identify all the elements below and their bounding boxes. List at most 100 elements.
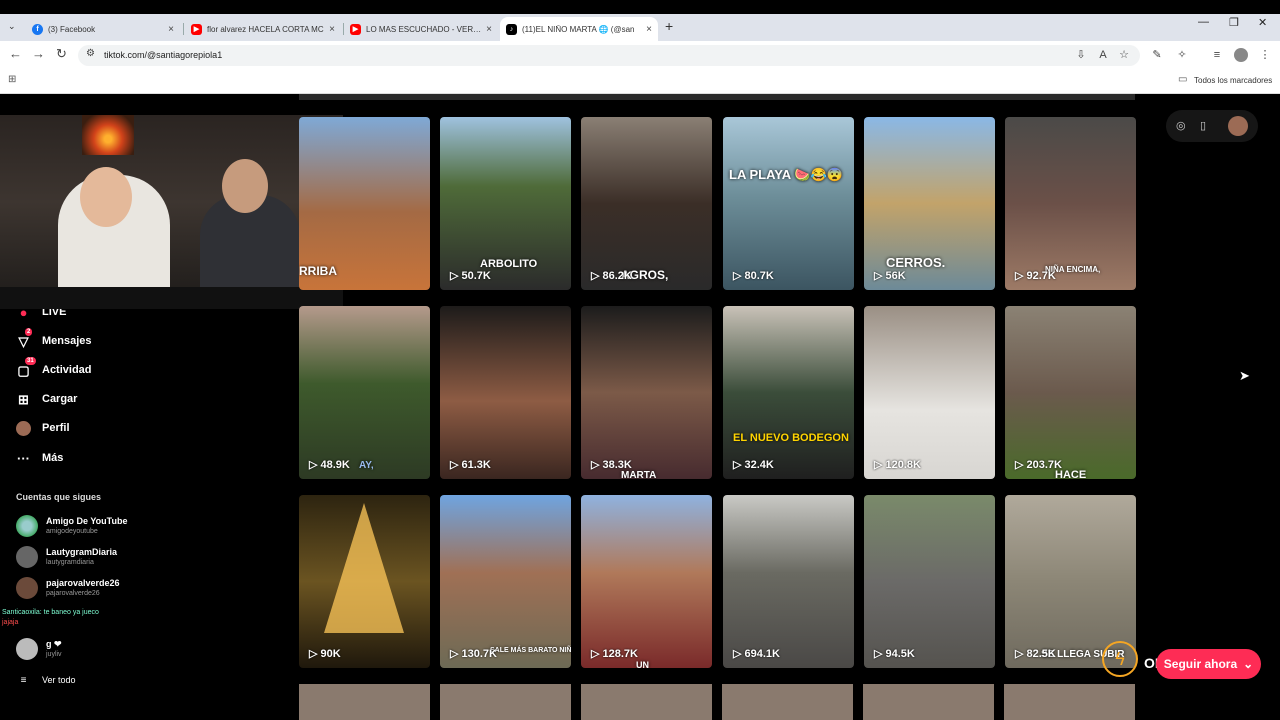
follow-button[interactable]: Seguir ahora ⌄ <box>1156 649 1261 679</box>
new-tab-button[interactable]: + <box>665 18 673 34</box>
omnibox[interactable] <box>78 45 1140 66</box>
extension-icon[interactable]: ✎ <box>1150 48 1164 62</box>
avatar <box>16 638 38 660</box>
sidebar-item-upload[interactable]: ⊞ Cargar <box>16 389 77 409</box>
video-caption: RRIBA <box>299 264 337 278</box>
all-bookmarks-link[interactable]: Todos los marcadores <box>1194 76 1272 85</box>
account-name: LautygramDiaria <box>46 547 118 557</box>
tab-strip: ⌄ f (3) Facebook × ▶ flor alvarez HACELA… <box>0 14 1280 41</box>
video-thumbnail[interactable]: ▷ 61.3K <box>440 306 571 479</box>
close-tab-icon[interactable]: × <box>646 24 652 35</box>
view-count: ▷ 50.7K <box>450 269 491 283</box>
sidebar-item-messages[interactable]: ▽ 2 Mensajes <box>16 327 92 351</box>
video-thumbnail[interactable]: ▷ 694.1K <box>723 495 854 668</box>
video-thumbnail[interactable]: RRIBA <box>299 117 430 290</box>
see-all-link[interactable]: ≡ Ver todo <box>16 670 76 690</box>
play-icon: ▷ <box>591 459 600 471</box>
account-item[interactable]: pajarovalverde26 pajarovalverde26 <box>16 577 120 599</box>
tab-facebook[interactable]: f (3) Facebook × <box>26 17 180 41</box>
sidebar-item-label: Más <box>42 452 64 464</box>
close-tab-icon[interactable]: × <box>329 24 335 35</box>
view-count-value: 48.9K <box>320 458 350 471</box>
play-icon: ▷ <box>450 270 459 282</box>
tab-search-button[interactable]: ⌄ <box>8 21 16 32</box>
view-count-value: 128.7K <box>602 647 638 660</box>
install-icon[interactable]: ⇩ <box>1074 48 1088 62</box>
apps-icon[interactable]: ⊞ <box>8 74 16 85</box>
back-icon[interactable]: ← <box>9 46 22 61</box>
view-count: ▷ 48.9K <box>309 458 350 472</box>
tab-youtube-1[interactable]: ▶ flor alvarez HACELA CORTA MC × <box>185 17 341 41</box>
video-thumbnail[interactable]: ▷ 90K <box>299 495 430 668</box>
forward-icon[interactable]: → <box>32 46 45 61</box>
webcam-overlay <box>0 115 343 309</box>
device-icon[interactable]: ▯ <box>1200 119 1206 132</box>
sidebar-item-label: Mensajes <box>42 335 92 347</box>
messages-icon: ▽ 2 <box>18 327 33 349</box>
tab-title: (11)EL NIÑO MARTA 🌐 (@san <box>522 24 635 34</box>
reload-icon[interactable]: ↻ <box>56 46 67 62</box>
settings-icon[interactable]: ◎ <box>1176 119 1186 132</box>
tab-title: flor alvarez HACELA CORTA MC <box>207 24 324 34</box>
extensions-puzzle-icon[interactable]: ✧ <box>1175 48 1189 62</box>
video-caption: CERROS. <box>886 255 946 270</box>
video-thumbnail[interactable]: MARTA ▷ 38.3K <box>581 306 712 479</box>
tab-title: (3) Facebook <box>48 24 96 34</box>
lightning-icon: ϟ <box>1102 641 1138 677</box>
view-count-value: 130.7K <box>461 647 497 660</box>
right-toolbar: ◎ ▯ <box>1166 110 1258 142</box>
view-count: ▷ 82.5K <box>1015 647 1056 661</box>
close-window-icon[interactable]: ✕ <box>1258 16 1267 29</box>
video-thumbnail[interactable]: EL NUEVO BODEGON ▷ 32.4K <box>723 306 854 479</box>
video-thumbnail[interactable]: LA PLAYA 🍉😂😨 ▷ 80.7K <box>723 117 854 290</box>
view-count-value: 90K <box>320 647 341 660</box>
video-caption: EL NUEVO BODEGON <box>733 432 849 444</box>
chat-line: jajaja <box>2 619 19 626</box>
video-thumbnail[interactable]: SALE MÁS BARATO NIÑA ▷ 130.7K <box>440 495 571 668</box>
url-text[interactable]: tiktok.com/@santiagorepiola1 <box>104 50 222 60</box>
star-icon[interactable]: ☆ <box>1117 48 1131 62</box>
play-icon: ▷ <box>1015 270 1024 282</box>
avatar <box>16 515 38 537</box>
account-item[interactable]: LautygramDiaria lautygramdiaria <box>16 546 117 568</box>
video-thumbnail[interactable]: ▷ 120.8K <box>864 306 995 479</box>
user-avatar-icon[interactable] <box>1228 116 1248 136</box>
video-thumbnail[interactable]: AGROS, ▷ 86.2K <box>581 117 712 290</box>
translate-icon[interactable]: A <box>1096 48 1110 62</box>
following-title: Cuentas que sigues <box>16 492 102 502</box>
profile-avatar-icon[interactable] <box>1234 48 1248 62</box>
site-info-icon[interactable]: ⚙ <box>86 48 95 59</box>
video-thumbnail[interactable]: ARBOLITO ▷ 50.7K <box>440 117 571 290</box>
account-item[interactable]: g ❤ juyliv <box>16 638 62 660</box>
video-thumbnail[interactable]: NIÑA ENCIMA, ▷ 92.7K <box>1005 117 1136 290</box>
video-caption: AY, <box>359 460 374 471</box>
sidebar-item-more[interactable]: ··· Más <box>16 448 63 468</box>
view-count: ▷ 128.7K <box>591 647 638 661</box>
video-thumbnail[interactable]: ▷ 94.5K <box>864 495 995 668</box>
account-name: pajarovalverde26 <box>46 578 120 588</box>
restore-icon[interactable]: ❐ <box>1229 16 1239 29</box>
video-thumbnail[interactable]: HACE ▷ 203.7K <box>1005 306 1136 479</box>
menu-icon[interactable]: ⋮ <box>1258 48 1272 62</box>
video-thumbnail[interactable]: AY, ▷ 48.9K <box>299 306 430 479</box>
sidebar-item-label: Actividad <box>42 364 92 376</box>
close-tab-icon[interactable]: × <box>486 24 492 35</box>
avatar <box>16 577 38 599</box>
account-item[interactable]: Amigo De YouTube amigodeyoutube <box>16 515 128 537</box>
view-count: ▷ 80.7K <box>733 269 774 283</box>
close-tab-icon[interactable]: × <box>168 24 174 35</box>
view-count-value: 120.8K <box>885 458 921 471</box>
video-caption: SALE MÁS BARATO NIÑA <box>490 647 571 654</box>
video-thumbnail[interactable]: CERROS. ▷ 56K <box>864 117 995 290</box>
sidebar-item-activity[interactable]: ▢ 31 Actividad <box>16 356 92 380</box>
tab-title: LO MAS ESCUCHADO - VERAN <box>366 24 482 34</box>
play-icon: ▷ <box>591 270 600 282</box>
media-control-icon[interactable]: ≡ <box>1210 48 1224 62</box>
minimize-icon[interactable]: — <box>1198 16 1209 28</box>
christmas-tree-lights <box>324 503 404 633</box>
video-thumbnail[interactable]: UN ▷ 128.7K <box>581 495 712 668</box>
play-icon: ▷ <box>733 648 742 660</box>
tab-youtube-2[interactable]: ▶ LO MAS ESCUCHADO - VERAN × <box>344 17 498 41</box>
tab-tiktok[interactable]: ♪ (11)EL NIÑO MARTA 🌐 (@san × <box>500 17 658 41</box>
sidebar-item-profile[interactable]: Perfil <box>16 418 70 438</box>
